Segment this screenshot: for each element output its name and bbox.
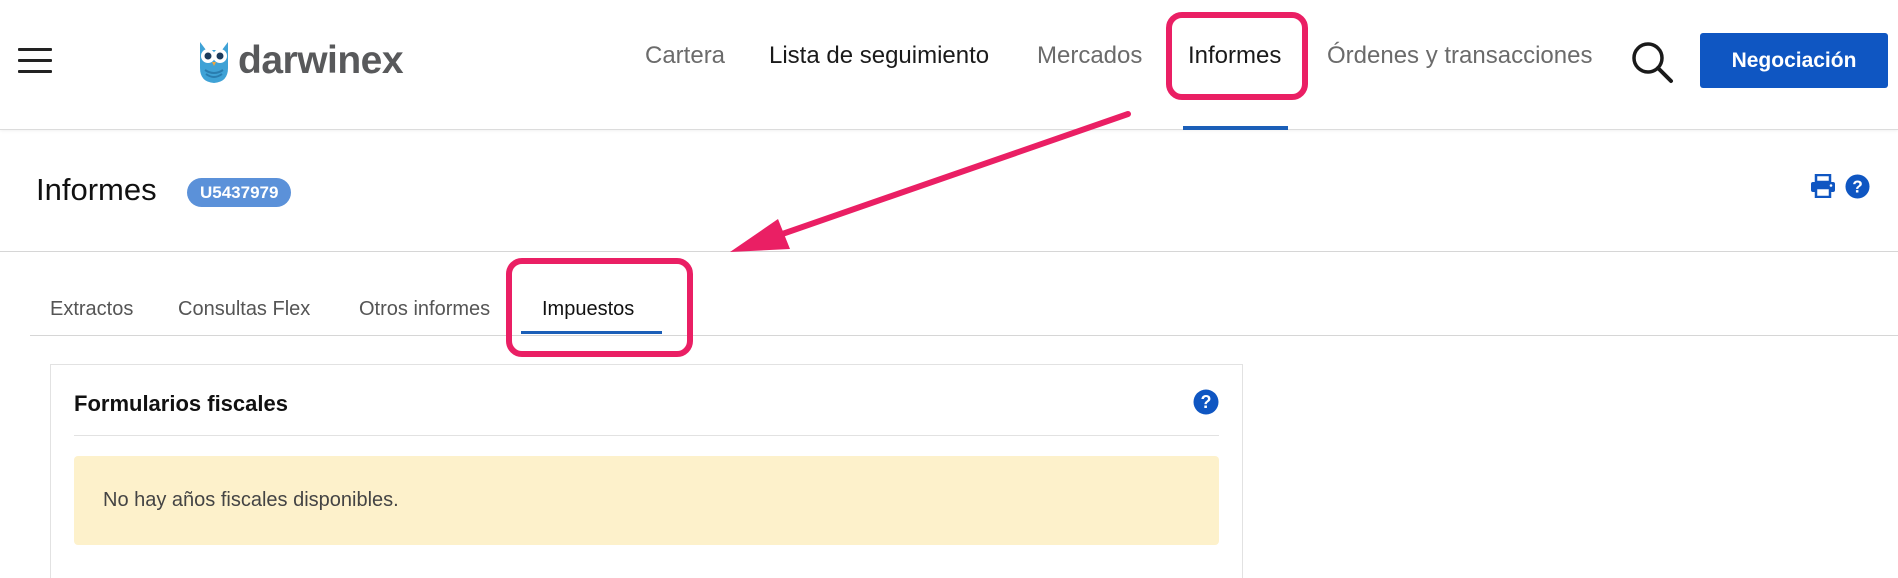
tab-active-indicator — [521, 331, 662, 334]
tabs-divider — [30, 335, 1898, 336]
search-icon[interactable] — [1630, 40, 1674, 84]
nav-active-indicator — [1183, 126, 1288, 130]
card-title: Formularios fiscales — [74, 391, 288, 416]
formularios-fiscales-card: Formularios fiscales ? No hay años fisca… — [50, 364, 1243, 578]
account-id-badge: U5437979 — [187, 178, 292, 207]
nav-item-cartera[interactable]: Cartera — [645, 42, 725, 70]
nav-item-mercados[interactable]: Mercados — [1037, 42, 1142, 70]
alert-message: No hay años fiscales disponibles. — [103, 489, 399, 511]
header-divider — [0, 251, 1898, 252]
nav-item-ordenes-y-transacciones[interactable]: Órdenes y transacciones — [1327, 42, 1592, 70]
svg-text:?: ? — [1852, 176, 1863, 196]
logo-wordmark: darwinex — [238, 39, 404, 82]
tab-extractos[interactable]: Extractos — [50, 298, 133, 321]
tab-otros-informes[interactable]: Otros informes — [359, 298, 490, 321]
card-divider — [74, 435, 1219, 436]
tab-impuestos[interactable]: Impuestos — [542, 298, 634, 321]
darwinex-logo[interactable]: darwinex — [194, 36, 404, 86]
top-navigation-bar: darwinex Cartera Lista de seguimiento Me… — [0, 0, 1898, 130]
tab-consultas-flex[interactable]: Consultas Flex — [178, 298, 310, 321]
no-fiscal-years-alert: No hay años fiscales disponibles. — [74, 456, 1219, 545]
nav-item-informes[interactable]: Informes — [1188, 42, 1281, 70]
help-icon[interactable]: ? — [1845, 174, 1870, 199]
print-icon[interactable] — [1810, 174, 1836, 198]
nav-item-lista-de-seguimiento[interactable]: Lista de seguimiento — [769, 42, 989, 70]
owl-logo-icon — [200, 42, 228, 83]
page-title: Informes — [36, 172, 157, 207]
help-icon[interactable]: ? — [1193, 389, 1219, 415]
svg-text:?: ? — [1201, 392, 1212, 412]
negociacion-button[interactable]: Negociación — [1700, 33, 1888, 88]
hamburger-menu-icon[interactable] — [18, 48, 52, 74]
